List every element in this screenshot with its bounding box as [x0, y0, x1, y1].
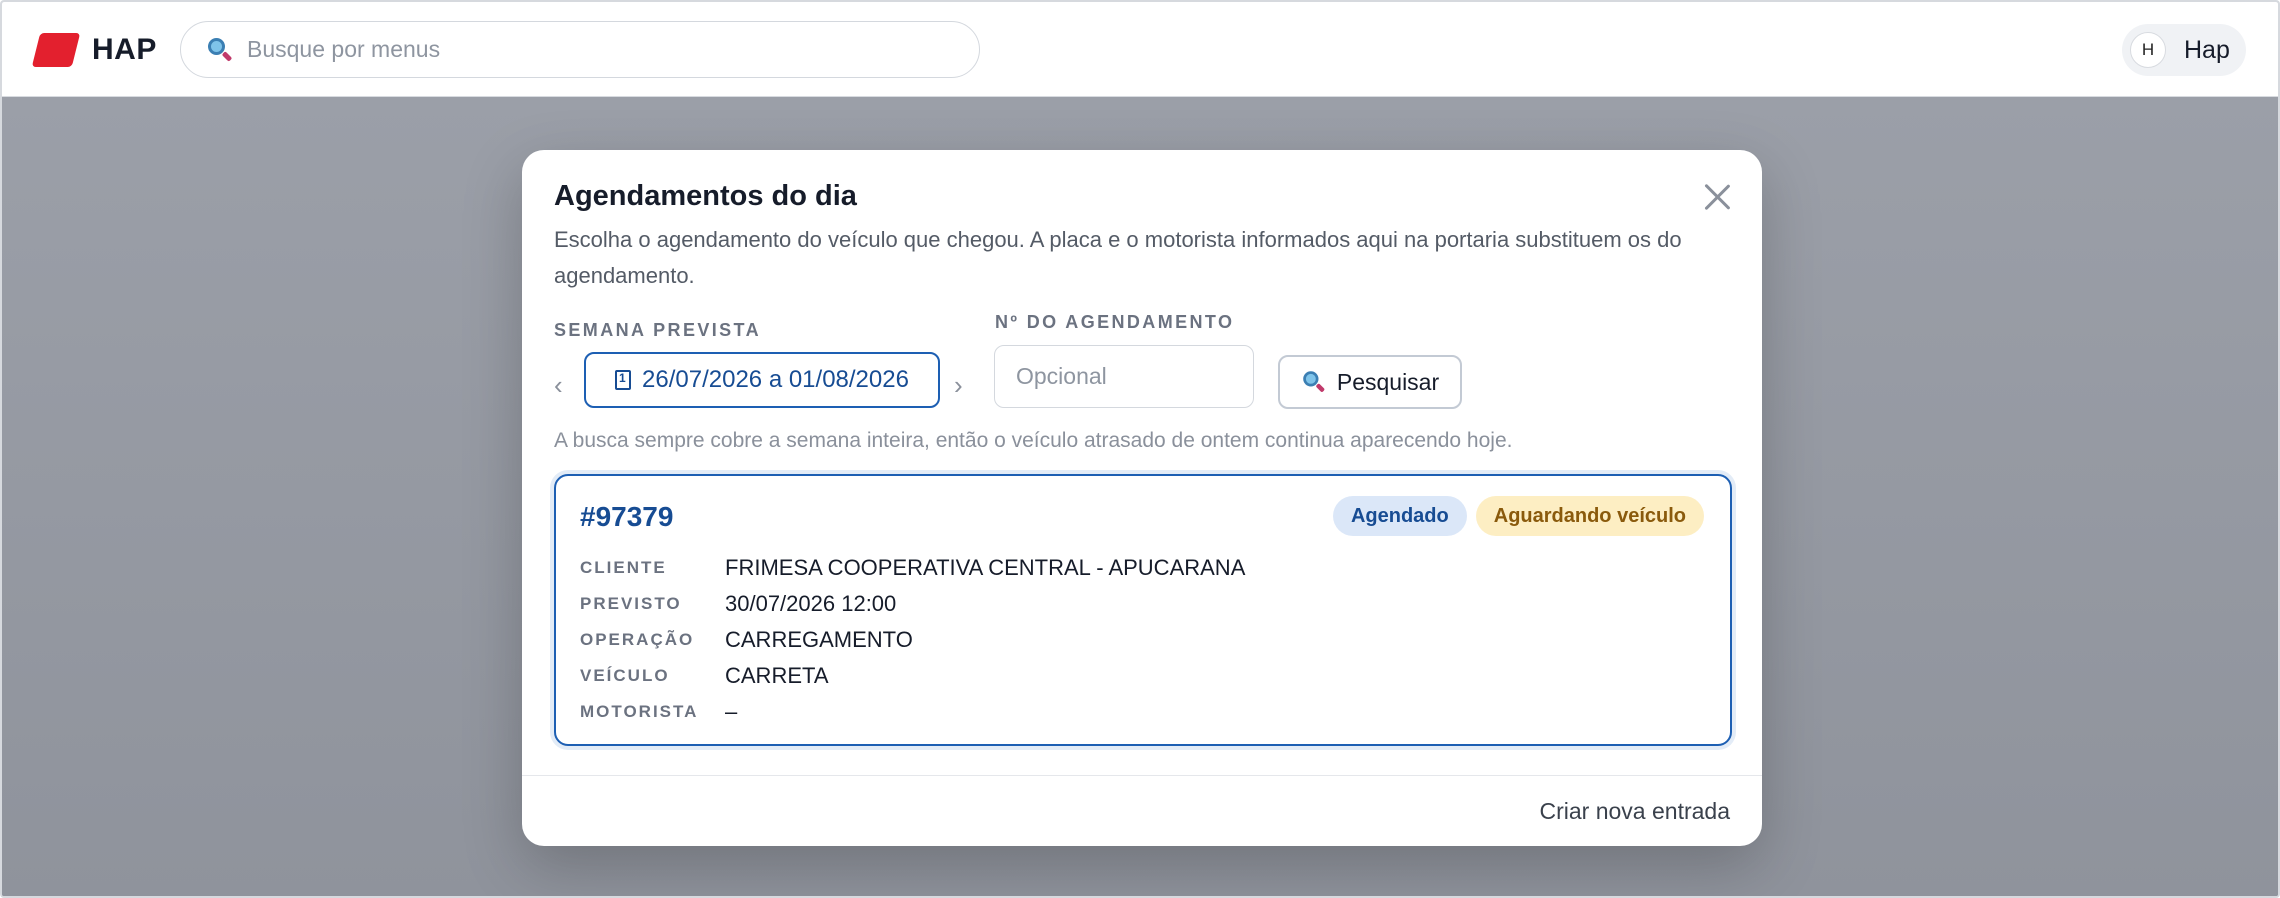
week-range-text: 26/07/2026 a 01/08/2026 [642, 366, 909, 393]
detail-row-client: CLIENTE FRIMESA COOPERATIVA CENTRAL - AP… [580, 550, 1245, 586]
create-new-entry-button[interactable]: Criar nova entrada [1540, 798, 1731, 825]
schedule-details: CLIENTE FRIMESA COOPERATIVA CENTRAL - AP… [580, 550, 1245, 730]
detail-value: CARRETA [725, 663, 829, 688]
week-range-button[interactable]: 26/07/2026 a 01/08/2026 [584, 352, 940, 408]
schedule-number-input[interactable] [994, 345, 1254, 408]
avatar: H [2130, 32, 2166, 68]
top-bar: HAP H Hap [2, 2, 2278, 97]
schedule-number-label: Nº DO AGENDAMENTO [995, 312, 1235, 332]
search-button[interactable]: Pesquisar [1278, 355, 1462, 409]
user-name: Hap [2184, 35, 2230, 64]
previous-week-button[interactable]: ‹ [554, 370, 563, 401]
dialog-footer: Criar nova entrada [522, 775, 1762, 846]
detail-value: CARREGAMENTO [725, 627, 913, 652]
detail-value: – [725, 699, 738, 724]
detail-row-driver: MOTORISTA – [580, 694, 1245, 730]
search-icon [207, 37, 233, 63]
menu-search-input[interactable] [247, 36, 927, 63]
brand-name: HAP [92, 33, 157, 66]
brand-logo[interactable]: HAP [31, 31, 157, 69]
dialog-description: Escolha o agendamento do veículo que che… [554, 227, 1682, 288]
close-icon[interactable] [1702, 182, 1732, 212]
week-label: SEMANA PREVISTA [554, 320, 762, 340]
dialog-title: Agendamentos do dia [554, 180, 857, 212]
app-window: HAP H Hap Agendamentos do dia Escolha o … [0, 0, 2280, 898]
detail-key: PREVISTO [580, 594, 682, 613]
menu-search[interactable] [180, 21, 980, 78]
detail-row-vehicle: VEÍCULO CARRETA [580, 658, 1245, 694]
schedules-dialog: Agendamentos do dia Escolha o agendament… [522, 150, 1762, 846]
calendar-icon [615, 370, 632, 390]
status-badge-scheduled: Agendado [1332, 496, 1467, 536]
detail-row-expected: PREVISTO 30/07/2026 12:00 [580, 586, 1245, 622]
detail-key: OPERAÇÃO [580, 630, 695, 649]
detail-row-operation: OPERAÇÃO CARREGAMENTO [580, 622, 1245, 658]
next-week-button[interactable]: › [954, 370, 963, 401]
detail-value: FRIMESA COOPERATIVA CENTRAL - APUCARANA [725, 555, 1246, 580]
status-badge-awaiting: Aguardando veículo [1475, 496, 1704, 536]
status-badges: Agendado Aguardando veículo [1332, 496, 1704, 536]
search-hint: A busca sempre cobre a semana inteira, e… [554, 429, 1513, 452]
schedule-id: #97379 [580, 501, 674, 532]
schedule-card[interactable]: #97379 Agendado Aguardando veículo CLIEN… [554, 474, 1732, 746]
search-button-label: Pesquisar [1336, 368, 1440, 395]
search-icon [1302, 370, 1325, 393]
detail-value: 30/07/2026 12:00 [725, 591, 897, 616]
detail-key: MOTORISTA [580, 702, 699, 721]
brand-mark-icon [31, 33, 81, 67]
detail-key: VEÍCULO [580, 666, 670, 685]
detail-key: CLIENTE [580, 558, 667, 577]
user-menu[interactable]: H Hap [2122, 24, 2246, 76]
